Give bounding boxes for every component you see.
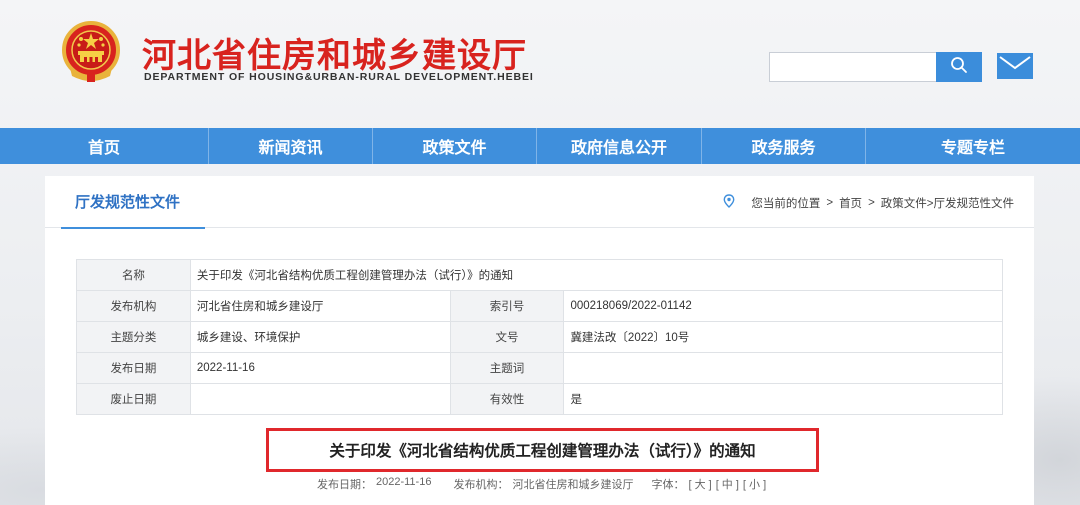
breadcrumb-path-link[interactable]: 政策文件>厅发规范性文件 — [881, 195, 1014, 211]
keywords-value — [563, 352, 1003, 384]
index-number-value: 000218069/2022-01142 — [563, 290, 1003, 322]
search-button[interactable] — [936, 52, 982, 82]
table-row: 发布机构 河北省住房和城乡建设厅 索引号 000218069/2022-0114… — [76, 290, 1003, 322]
breadcrumb-home-link[interactable]: 首页 — [839, 195, 862, 211]
nav-item-policy[interactable]: 政策文件 — [373, 128, 537, 164]
table-row: 主题分类 城乡建设、环境保护 文号 冀建法改〔2022〕10号 — [76, 321, 1003, 353]
table-row: 名称 关于印发《河北省结构优质工程创建管理办法（试行）》的通知 — [76, 259, 1004, 291]
mail-button[interactable] — [997, 53, 1033, 79]
site-subtitle: DEPARTMENT OF HOUSING&URBAN-RURAL DEVELO… — [144, 71, 534, 83]
document-meta: 发布日期： 2022-11-16 发布机构： 河北省住房和城乡建设厅 字体： [… — [317, 476, 766, 492]
nav-item-gov-info[interactable]: 政府信息公开 — [537, 128, 702, 164]
document-title-highlight: 关于印发《河北省结构优质工程创建管理办法（试行）》的通知 — [266, 428, 819, 472]
publish-date-value: 2022-11-16 — [189, 352, 451, 384]
location-pin-icon — [723, 194, 735, 211]
breadcrumb: 您当前的位置 > 首页 > 政策文件>厅发规范性文件 — [723, 194, 1014, 211]
meta-org-label: 发布机构： — [453, 479, 509, 491]
name-value: 关于印发《河北省结构优质工程创建管理办法（试行）》的通知 — [189, 259, 1004, 291]
document-info-table: 名称 关于印发《河北省结构优质工程创建管理办法（试行）》的通知 发布机构 河北省… — [76, 259, 1004, 415]
doc-number-value: 冀建法改〔2022〕10号 — [563, 321, 1003, 353]
nav-item-services[interactable]: 政务服务 — [702, 128, 866, 164]
topic-category-value: 城乡建设、环境保护 — [189, 321, 451, 353]
meta-date: 2022-11-16 — [376, 476, 432, 488]
table-row: 废止日期 有效性 是 — [76, 383, 1003, 415]
validity-value: 是 — [563, 383, 1003, 415]
breadcrumb-separator: > — [868, 196, 875, 209]
content-panel: 厅发规范性文件 您当前的位置 > 首页 > 政策文件>厅发规范性文件 名称 关于… — [45, 176, 1034, 505]
national-emblem-icon — [60, 20, 122, 86]
breadcrumb-prefix: 您当前的位置 — [751, 197, 821, 210]
name-label: 名称 — [76, 259, 191, 291]
panel-header: 厅发规范性文件 您当前的位置 > 首页 > 政策文件>厅发规范性文件 — [45, 176, 1034, 229]
main-nav: 首页 新闻资讯 政策文件 政府信息公开 政务服务 专题专栏 — [0, 128, 1080, 164]
font-size-large-button[interactable]: [ 大 ] — [688, 476, 711, 492]
site-header: 河北省住房和城乡建设厅 DEPARTMENT OF HOUSING&URBAN-… — [0, 0, 1080, 128]
meta-org: 河北省住房和城乡建设厅 — [512, 479, 634, 491]
search-input[interactable] — [769, 52, 937, 82]
table-row: 发布日期 2022-11-16 主题词 — [76, 352, 1003, 384]
meta-date-label: 发布日期： — [317, 479, 372, 491]
font-size-small-button[interactable]: [ 小 ] — [743, 476, 766, 492]
validity-label: 有效性 — [449, 383, 565, 415]
mail-icon — [997, 56, 1033, 83]
topic-category-label: 主题分类 — [76, 321, 191, 353]
search-icon — [950, 56, 968, 79]
repeal-date-value — [189, 383, 451, 415]
repeal-date-label: 废止日期 — [76, 383, 191, 415]
keywords-label: 主题词 — [449, 352, 565, 384]
publish-date-label: 发布日期 — [76, 352, 191, 384]
breadcrumb-separator: > — [826, 196, 834, 209]
nav-item-home[interactable]: 首页 — [0, 128, 209, 164]
font-size-medium-button[interactable]: [ 中 ] — [716, 476, 739, 492]
meta-font-label: 字体： — [651, 479, 685, 491]
nav-item-news[interactable]: 新闻资讯 — [209, 128, 373, 164]
document-title: 关于印发《河北省结构优质工程创建管理办法（试行）》的通知 — [329, 443, 756, 460]
nav-item-topics[interactable]: 专题专栏 — [866, 128, 1080, 164]
publisher-value: 河北省住房和城乡建设厅 — [189, 290, 451, 322]
doc-number-label: 文号 — [449, 321, 565, 353]
index-number-label: 索引号 — [449, 290, 565, 322]
panel-title: 厅发规范性文件 — [61, 176, 205, 229]
site-title: 河北省住房和城乡建设厅 — [142, 38, 527, 75]
publisher-label: 发布机构 — [76, 290, 191, 322]
